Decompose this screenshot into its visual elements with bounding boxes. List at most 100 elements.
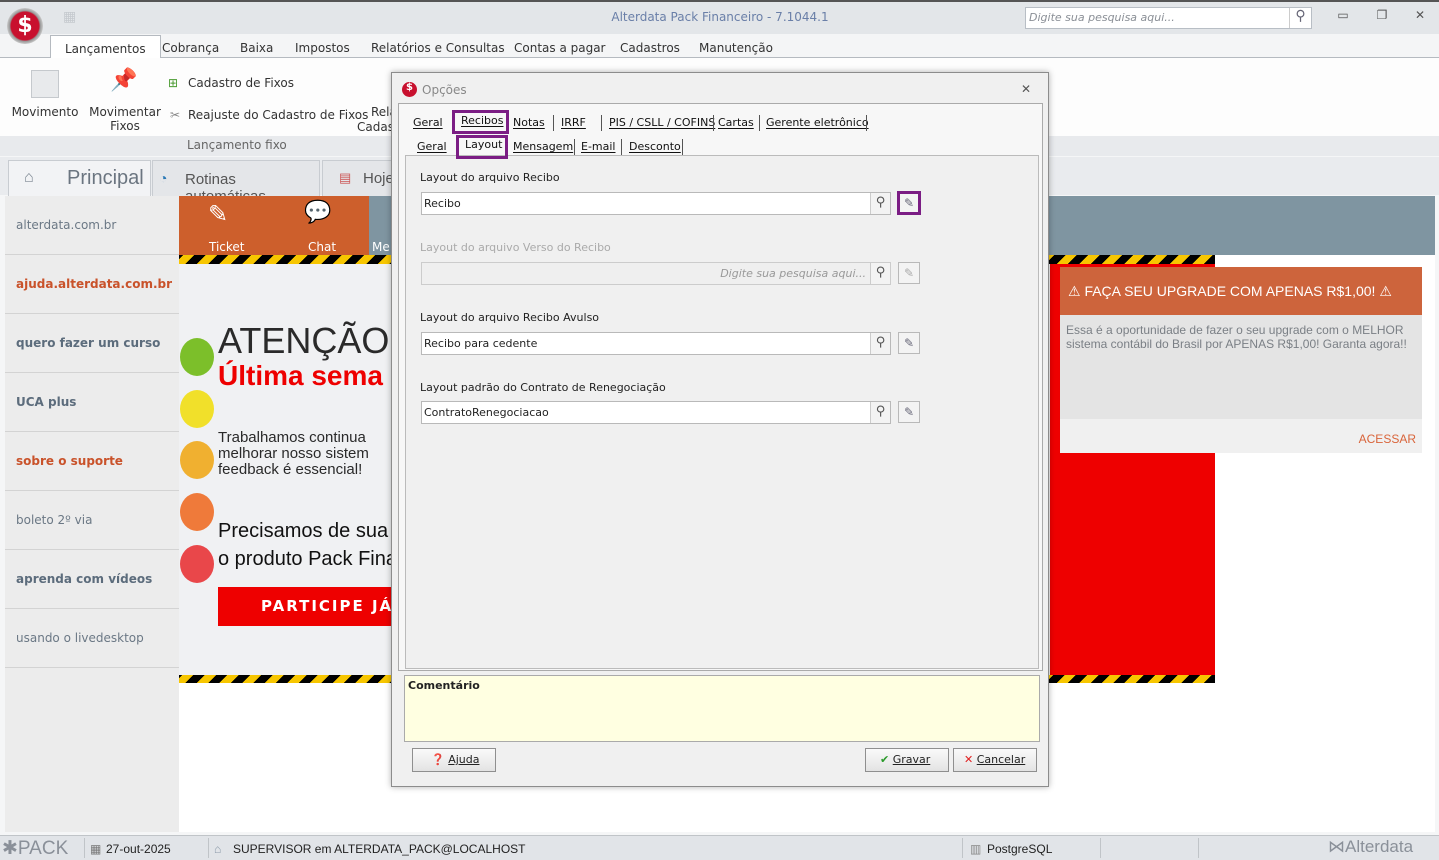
alterdata-logo: ⋈Alterdata (1328, 837, 1414, 856)
menu-baixa[interactable]: Baixa (240, 41, 273, 55)
comment-box: Comentário (404, 675, 1040, 742)
edit-layout-contrato-button[interactable]: ✎ (898, 401, 920, 423)
movimentar-fixos-button[interactable]: Movimentar Fixos (88, 105, 162, 133)
divider (1100, 838, 1101, 858)
ultima-semana-heading: Última sema (218, 360, 383, 391)
edit-button-highlight (897, 191, 921, 215)
menu-lancamentos[interactable]: Lançamentos (50, 35, 161, 59)
tab-separator (574, 139, 575, 155)
sidebar-item-videos[interactable]: aprenda com vídeos (5, 550, 179, 609)
app-logo[interactable]: $ (7, 8, 43, 44)
sidebar-item-boleto[interactable]: boleto 2º via (5, 491, 179, 550)
angry-face-icon (180, 545, 214, 583)
quick-access-icon[interactable]: ▦ (63, 9, 76, 25)
tab-separator (713, 115, 714, 131)
menu-cobranca[interactable]: Cobrança (162, 41, 219, 55)
cadastro-fixos-button[interactable]: Cadastro de Fixos (188, 76, 294, 90)
field-label-avulso: Layout do arquivo Recibo Avulso (420, 311, 600, 324)
divider (208, 838, 209, 858)
sidebar-item-alterdata[interactable]: alterdata.com.br (5, 196, 179, 255)
subtab-geral[interactable]: Geral (417, 140, 447, 153)
neutral-face-icon (180, 441, 214, 479)
search-placeholder: Digite sua pesquisa aqui... (1029, 11, 1175, 24)
menu-button[interactable]: Me (372, 240, 390, 254)
restore-icon[interactable]: ❐ (1372, 8, 1392, 22)
subtab-mensagem[interactable]: Mensagem (513, 140, 573, 153)
line: Precisamos de sua (218, 520, 389, 542)
chat-icon: 💬 (304, 200, 332, 225)
search-icon[interactable]: ⚲ (870, 402, 890, 423)
reajuste-button[interactable]: Reajuste do Cadastro de Fixos (188, 108, 368, 122)
dialog-close-icon[interactable]: ✕ (1021, 82, 1031, 96)
global-search-input[interactable]: Digite sua pesquisa aqui... ⚲ (1025, 7, 1312, 29)
window-title: Alterdata Pack Financeiro - 7.1044.1 (611, 10, 829, 24)
menu-impostos[interactable]: Impostos (295, 41, 350, 55)
menu-relatorios[interactable]: Relatórios e Consultas (371, 41, 505, 55)
sidebar-item-ajuda[interactable]: ajuda.alterdata.com.br (5, 255, 179, 314)
home-icon: ⌂ (24, 169, 34, 186)
search-icon[interactable]: ⚲ (870, 333, 890, 354)
acessar-link[interactable]: ACESSAR (1359, 432, 1416, 446)
ticket-icon: ✎ (208, 200, 229, 228)
label: Fixos (110, 119, 140, 133)
survey-text: Trabalhamos continua melhorar nosso siste… (218, 430, 369, 478)
subtab-email[interactable]: E-mail (581, 140, 616, 153)
tab-principal[interactable]: ⌂ Principal (8, 160, 151, 196)
tab-irrf[interactable]: IRRF (561, 116, 586, 129)
sidebar-item-curso[interactable]: quero fazer um curso (5, 314, 179, 373)
upgrade-title: ⚠ FAÇA SEU UPGRADE COM APENAS R$1,00! ⚠ (1060, 267, 1422, 315)
edit-layout-avulso-button[interactable]: ✎ (898, 332, 920, 354)
menu-manutencao[interactable]: Manutenção (699, 41, 773, 55)
help-icon: ❓ (431, 753, 445, 766)
layout-recibo-input[interactable]: Recibo ⚲ (421, 192, 891, 215)
status-date: 27-out-2025 (106, 842, 171, 856)
minimize-icon[interactable]: ▭ (1333, 8, 1353, 22)
tab-notas[interactable]: Notas (513, 116, 545, 129)
line: Trabalhamos continua (218, 429, 366, 446)
upgrade-body: Essa é a oportunidade de fazer o seu upg… (1060, 315, 1422, 419)
menu-bar: Lançamentos Cobrança Baixa Impostos Rela… (0, 34, 1439, 59)
save-button[interactable]: ✔ Gravar (865, 748, 949, 772)
label: Hoje (363, 170, 394, 187)
menu-contas-a-pagar[interactable]: Contas a pagar (514, 41, 606, 55)
field-label-verso: Layout do arquivo Verso do Recibo (420, 241, 611, 254)
chat-button[interactable]: Chat (308, 240, 336, 254)
sidebar-item-suporte[interactable]: sobre o suporte (5, 432, 179, 491)
value: ContratoRenegociacao (424, 406, 549, 419)
sidebar-item-livedesktop[interactable]: usando o livedesktop (5, 609, 179, 668)
value: Recibo (424, 197, 461, 210)
tab-separator (601, 115, 602, 131)
clock-icon: ◔ (159, 170, 168, 186)
x-icon: ✕ (964, 753, 974, 766)
movimento-button[interactable]: Movimento (10, 105, 80, 119)
help-button[interactable]: ❓ Ajuda (412, 748, 496, 772)
close-icon[interactable]: ✕ (1410, 8, 1430, 22)
tab-hoje[interactable]: ▤ Hoje (322, 160, 402, 196)
calendar-icon: ▤ (339, 170, 352, 185)
layout-avulso-input[interactable]: Recibo para cedente ⚲ (421, 332, 891, 355)
menu-cadastros[interactable]: Cadastros (620, 41, 680, 55)
tab-pis-csll-cofins[interactable]: PIS / CSLL / COFINS (609, 116, 715, 129)
participe-button[interactable]: PARTICIPE JÁ (218, 587, 398, 626)
search-icon[interactable]: ⚲ (1289, 8, 1311, 28)
search-icon: ⚲ (870, 263, 890, 284)
value: Recibo para cedente (424, 337, 538, 350)
status-bar: ✱PACK ▦ 27-out-2025 ⌂ SUPERVISOR em ALTE… (0, 835, 1439, 860)
tab-separator (866, 115, 867, 131)
ticket-button[interactable]: Ticket (209, 240, 245, 254)
divider (84, 838, 85, 858)
survey-call: Precisamos de sua o produto Pack Fina (218, 517, 397, 573)
tab-cartas[interactable]: Cartas (718, 116, 754, 129)
placeholder: Digite sua pesquisa aqui... (720, 267, 866, 280)
search-icon[interactable]: ⚲ (870, 193, 890, 214)
tab-gerente-eletronico[interactable]: Gerente eletrônico (766, 116, 869, 129)
subtab-desconto[interactable]: Desconto (629, 140, 681, 153)
comment-label: Comentário (408, 679, 480, 692)
label: PACK (17, 838, 69, 859)
cancel-button[interactable]: ✕ Cancelar (953, 748, 1037, 772)
sidebar-item-uca-plus[interactable]: UCA plus (5, 373, 179, 432)
tab-rotinas-automaticas[interactable]: ◔Rotinas automáticas (152, 160, 320, 205)
layout-contrato-input[interactable]: ContratoRenegociacao ⚲ (421, 401, 891, 424)
options-dialog: $ Opções ✕ Geral Recibos Notas IRRF PIS … (391, 72, 1049, 787)
tab-geral[interactable]: Geral (413, 116, 443, 129)
